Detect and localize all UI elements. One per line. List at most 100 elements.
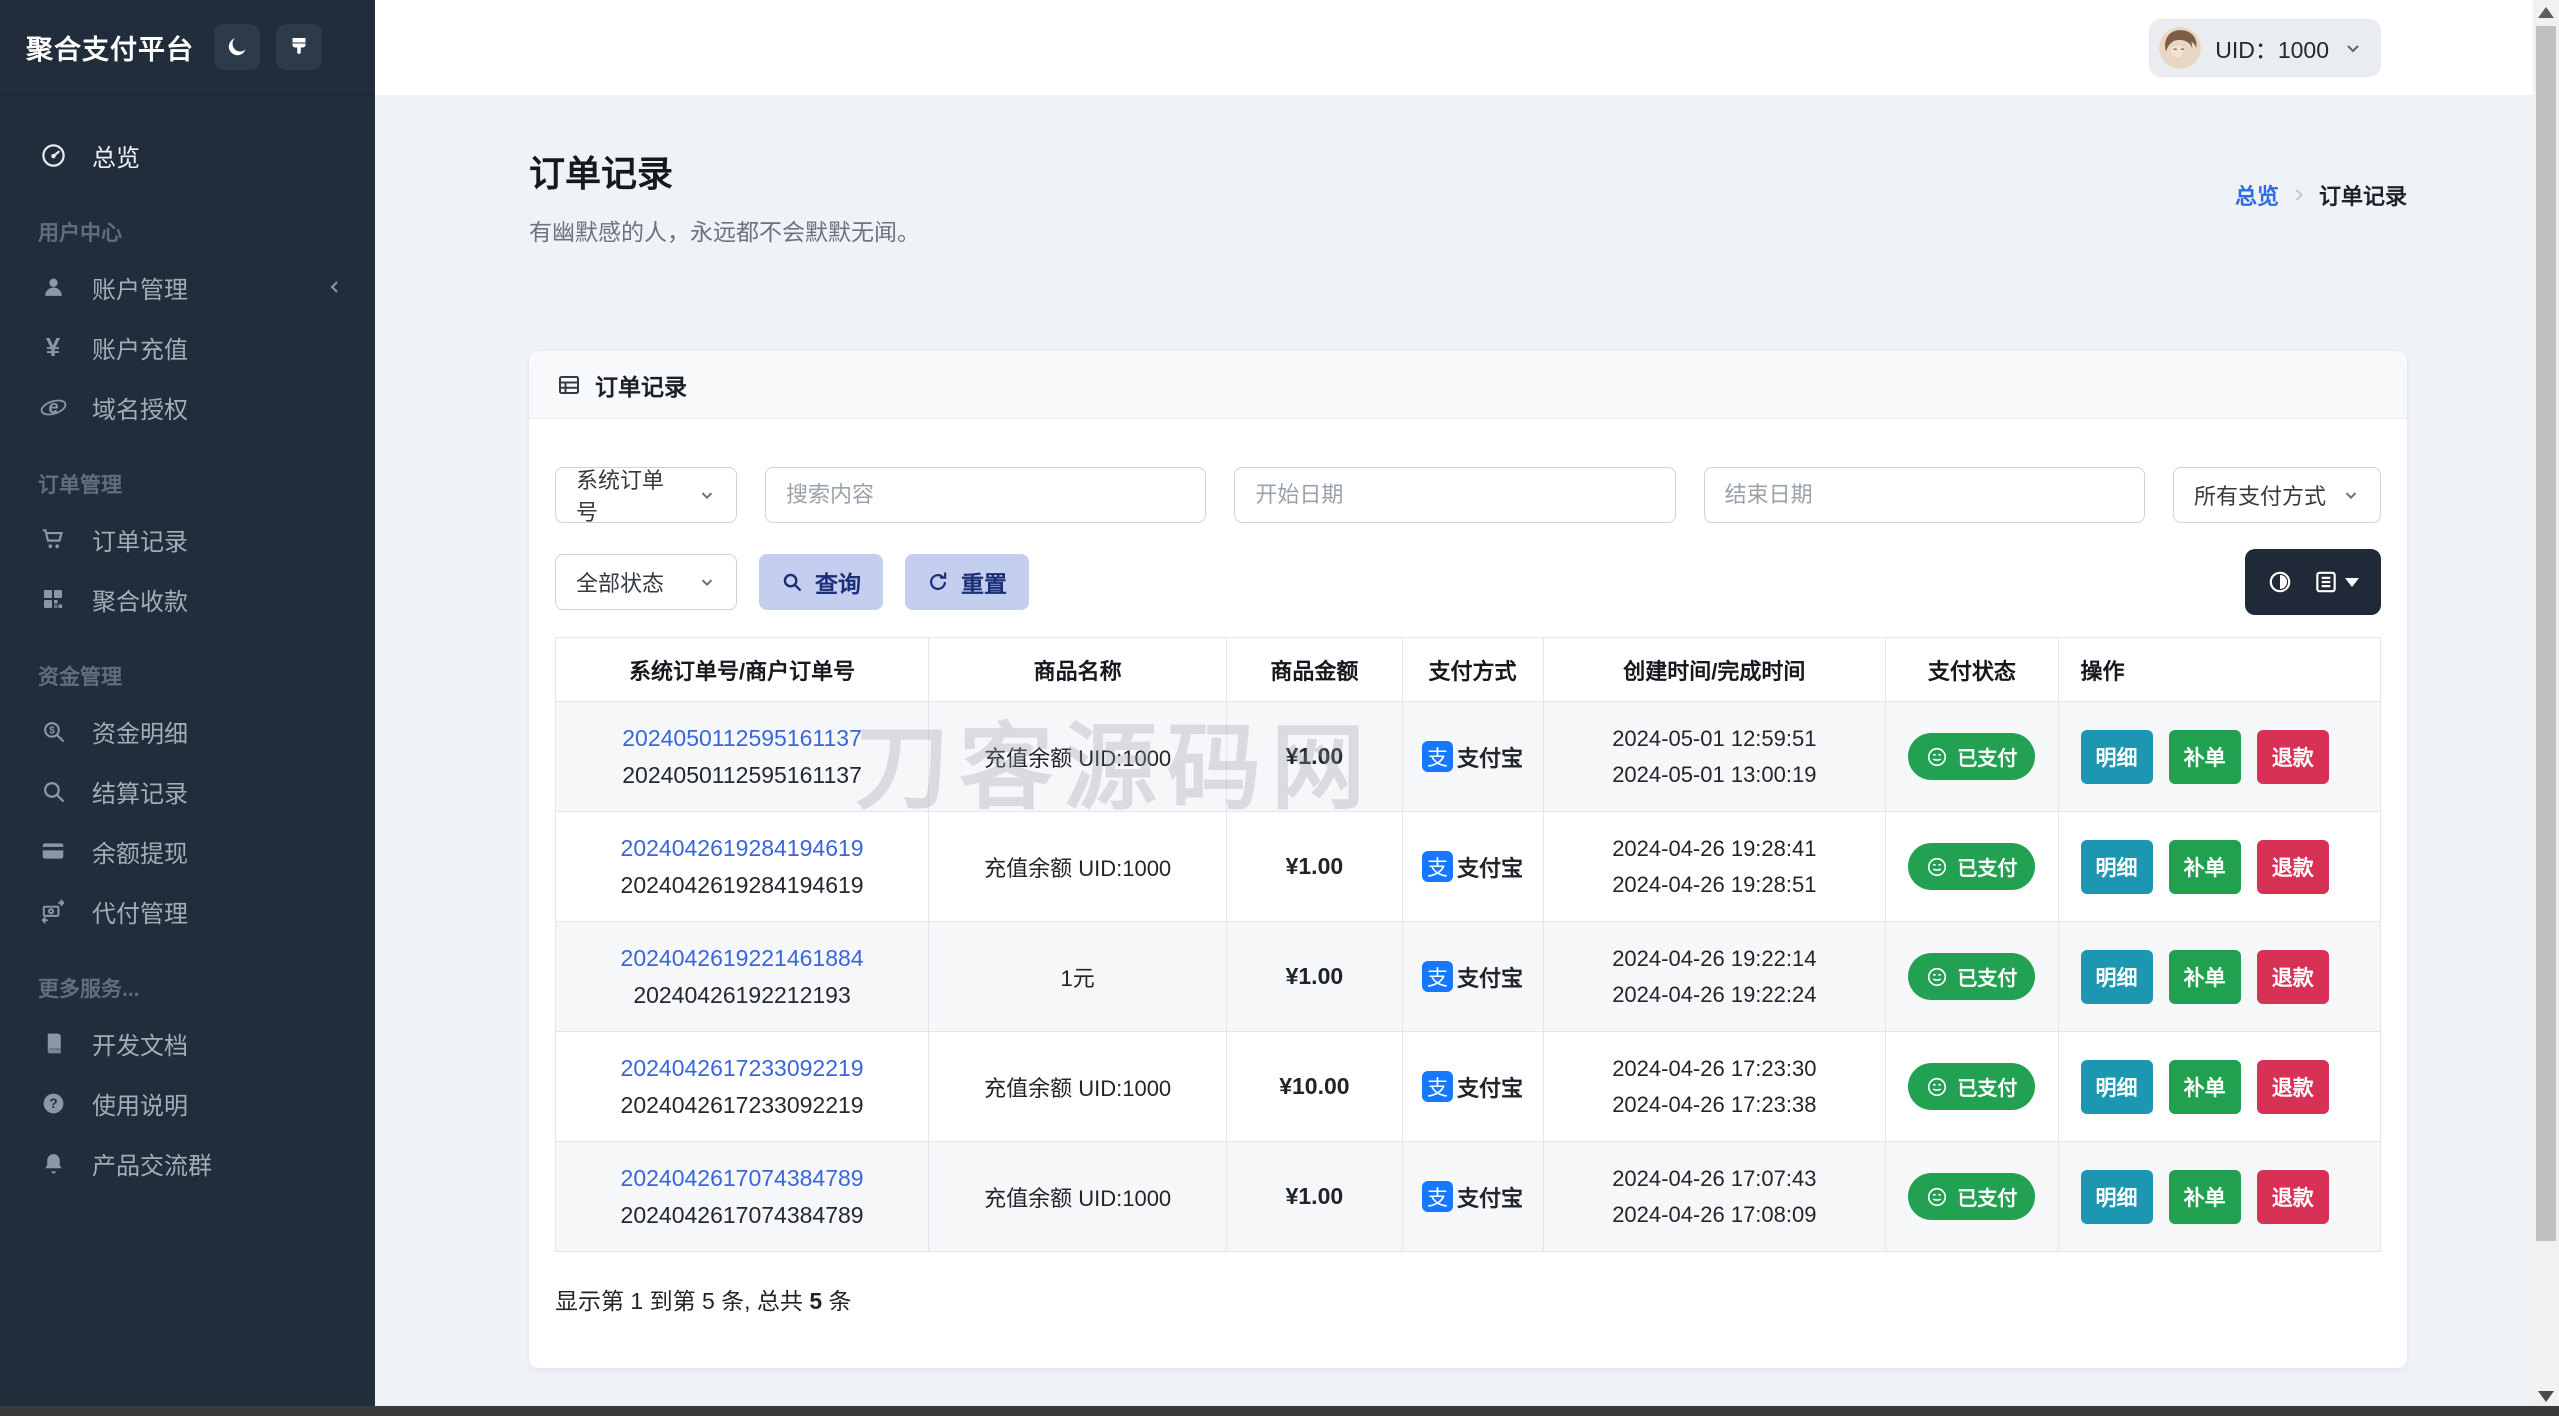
uid-label: UID：1000 — [2215, 36, 2329, 63]
sidebar-item-order-records[interactable]: 订单记录 — [0, 509, 375, 569]
end-date-input[interactable] — [1703, 467, 2145, 523]
sidebar-item-overview[interactable]: 总览 — [0, 125, 375, 185]
sidebar-item-account-manage[interactable]: 账户管理 — [0, 257, 375, 317]
table-row: 2024042617074384789 2024042617074384789 … — [554, 1141, 2382, 1252]
breadcrumb-parent-link[interactable]: 总览 — [2235, 179, 2279, 211]
refund-button[interactable]: 退款 — [2256, 729, 2329, 784]
created-time: 2024-05-01 12:59:51 — [1612, 725, 1817, 751]
amount: ¥1.00 — [1226, 811, 1403, 922]
merchant-order-no: 2024050112595161137 — [622, 761, 862, 788]
col-header-order-no: 系统订单号/商户订单号 — [554, 637, 930, 702]
theme-button[interactable] — [276, 24, 322, 70]
reissue-button[interactable]: 补单 — [2168, 839, 2241, 894]
sidebar-item-domain-auth[interactable]: e 域名授权 — [0, 377, 375, 437]
sidebar-item-aggregate-collection[interactable]: 聚合收款 — [0, 569, 375, 629]
order-link[interactable]: 2024050112595161137 — [566, 725, 918, 752]
completed-time: 2024-04-26 19:22:24 — [1612, 981, 1817, 1007]
sidebar-item-label: 订单记录 — [92, 528, 188, 556]
start-date-input[interactable] — [1234, 467, 1676, 523]
user-menu[interactable]: UID：1000 — [2149, 18, 2381, 77]
search-input[interactable] — [765, 467, 1207, 523]
col-header-actions: 操作 — [2057, 637, 2382, 702]
merchant-order-no: 20240426192212193 — [633, 981, 851, 1008]
amount: ¥10.00 — [1226, 1031, 1403, 1142]
status-select[interactable]: 全部状态 — [555, 554, 737, 610]
order-type-select-value: 系统订单号 — [576, 468, 665, 525]
sidebar-item-settlement-records[interactable]: 结算记录 — [0, 761, 375, 821]
table-row: 2024042617233092219 2024042617233092219 … — [554, 1031, 2382, 1142]
sidebar-item-label: 使用说明 — [92, 1092, 188, 1120]
reissue-button[interactable]: 补单 — [2168, 1059, 2241, 1114]
query-button[interactable]: 查询 — [759, 554, 883, 610]
alipay-icon: 支 — [1422, 1071, 1454, 1102]
user-avatar — [2159, 26, 2202, 69]
sidebar-item-balance-withdraw[interactable]: 余额提现 — [0, 821, 375, 881]
status-label: 已支付 — [1957, 1188, 2018, 1210]
smile-icon — [1928, 747, 1947, 766]
columns-menu-button[interactable] — [2313, 569, 2359, 595]
horizontal-scrollbar[interactable] — [0, 1406, 2559, 1416]
created-time: 2024-04-26 19:28:41 — [1612, 835, 1817, 861]
sidebar-item-product-group[interactable]: 产品交流群 — [0, 1133, 375, 1193]
pagination-prefix: 显示第 1 到第 5 条, 总共 — [555, 1288, 810, 1314]
pay-method-select[interactable]: 所有支付方式 — [2172, 467, 2381, 523]
reissue-button[interactable]: 补单 — [2168, 949, 2241, 1004]
sidebar-item-label: 开发文档 — [92, 1032, 188, 1060]
completed-time: 2024-05-01 13:00:19 — [1612, 761, 1817, 787]
table-row: 2024050112595161137 2024050112595161137 … — [554, 701, 2382, 812]
reissue-button[interactable]: 补单 — [2168, 1169, 2241, 1224]
sidebar-item-account-recharge[interactable]: ¥ 账户充值 — [0, 317, 375, 377]
orders-table: 系统订单号/商户订单号 商品名称 商品金额 支付方式 创建时间/完成时间 支付状… — [554, 637, 2382, 1252]
detail-button[interactable]: 明细 — [2080, 839, 2153, 894]
detail-button[interactable]: 明细 — [2080, 729, 2153, 784]
sidebar-item-user-guide[interactable]: ? 使用说明 — [0, 1073, 375, 1133]
scroll-down-arrow-icon[interactable] — [2538, 1391, 2554, 1402]
order-link[interactable]: 2024042619284194619 — [566, 835, 918, 862]
amount: ¥1.00 — [1226, 701, 1403, 812]
dark-mode-button[interactable] — [214, 24, 260, 70]
sidebar-item-label: 代付管理 — [92, 900, 188, 928]
status-badge: 已支付 — [1908, 843, 2036, 890]
order-link[interactable]: 2024042617233092219 — [566, 1055, 918, 1082]
chevron-down-icon — [698, 573, 716, 591]
sidebar-item-label: 资金明细 — [92, 720, 188, 748]
refund-button[interactable]: 退款 — [2256, 839, 2329, 894]
order-type-select[interactable]: 系统订单号 — [555, 467, 737, 525]
sidebar-item-fund-details[interactable]: $ 资金明细 — [0, 701, 375, 761]
detail-button[interactable]: 明细 — [2080, 949, 2153, 1004]
scroll-up-arrow-icon[interactable] — [2538, 7, 2554, 18]
filter-row-1: 系统订单号 所有支付方式 — [555, 467, 2381, 525]
scrollbar-thumb[interactable] — [2536, 26, 2556, 1241]
sidebar-item-label: 余额提现 — [92, 840, 188, 868]
qrcode-icon — [38, 587, 68, 611]
reissue-button[interactable]: 补单 — [2168, 729, 2241, 784]
page-head: 订单记录 有幽默感的人，永远都不会默默无闻。 总览 订单记录 — [529, 95, 2407, 247]
svg-text:e: e — [48, 397, 58, 417]
pay-method: 支付宝 — [1457, 965, 1524, 991]
sidebar-nav: 总览 用户中心 账户管理 ¥ 账户充值 e 域名授权 订单管理 订单记录 聚合收… — [0, 95, 375, 1193]
sidebar-item-dev-docs[interactable]: 开发文档 — [0, 1013, 375, 1073]
created-time: 2024-04-26 19:22:14 — [1612, 945, 1817, 971]
page-title: 订单记录 — [529, 153, 674, 194]
sidebar-section-label: 更多服务... — [38, 978, 140, 1001]
chevron-down-icon — [2343, 38, 2363, 58]
order-link[interactable]: 2024042619221461884 — [566, 945, 918, 972]
alipay-icon: 支 — [1422, 741, 1454, 772]
completed-time: 2024-04-26 17:23:38 — [1612, 1091, 1817, 1117]
sidebar-item-label: 域名授权 — [92, 396, 188, 424]
refund-button[interactable]: 退款 — [2256, 1059, 2329, 1114]
detail-button[interactable]: 明细 — [2080, 1169, 2153, 1224]
gauge-icon — [38, 142, 68, 169]
refund-button[interactable]: 退款 — [2256, 949, 2329, 1004]
toggle-view-button[interactable] — [2267, 569, 2293, 595]
sidebar-item-payout-manage[interactable]: 代付管理 — [0, 881, 375, 941]
table-grid-icon — [557, 373, 581, 397]
order-link[interactable]: 2024042617074384789 — [566, 1165, 918, 1192]
alipay-icon: 支 — [1422, 851, 1454, 882]
smile-icon — [1928, 1077, 1947, 1096]
reset-button[interactable]: 重置 — [905, 554, 1029, 610]
refund-button[interactable]: 退款 — [2256, 1169, 2329, 1224]
detail-button[interactable]: 明细 — [2080, 1059, 2153, 1114]
vertical-scrollbar — [2533, 0, 2559, 1416]
completed-time: 2024-04-26 17:08:09 — [1612, 1201, 1817, 1227]
